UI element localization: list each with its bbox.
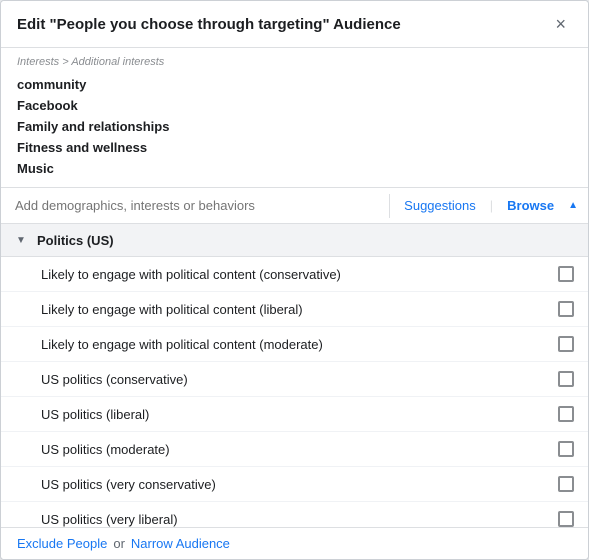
interest-item: Family and relationships [17, 116, 572, 137]
option-checkbox[interactable] [558, 476, 574, 492]
option-checkbox[interactable] [558, 441, 574, 457]
list-item[interactable]: US politics (moderate) [1, 432, 588, 467]
option-checkbox[interactable] [558, 266, 574, 282]
category-header[interactable]: ▼ Politics (US) [1, 224, 588, 257]
option-label: Likely to engage with political content … [41, 302, 558, 317]
interests-list: Interests > Additional interests communi… [1, 48, 588, 188]
search-bar: Suggestions | Browse ▲ [1, 188, 588, 224]
narrow-audience-link[interactable]: Narrow Audience [131, 536, 230, 551]
option-checkbox[interactable] [558, 371, 574, 387]
modal-title: Edit "People you choose through targetin… [17, 16, 401, 33]
browse-chevron-icon: ▲ [568, 200, 578, 211]
option-checkbox[interactable] [558, 336, 574, 352]
interest-item: Facebook [17, 95, 572, 116]
exclude-people-link[interactable]: Exclude People [17, 536, 107, 551]
option-checkbox[interactable] [558, 301, 574, 317]
modal-header: Edit "People you choose through targetin… [1, 1, 588, 48]
option-label: US politics (conservative) [41, 372, 558, 387]
option-checkbox[interactable] [558, 406, 574, 422]
option-label: US politics (very liberal) [41, 512, 558, 527]
interest-item: Fitness and wellness [17, 137, 572, 158]
interest-item: Music [17, 158, 572, 179]
list-item[interactable]: US politics (liberal) [1, 397, 588, 432]
option-label: US politics (very conservative) [41, 477, 558, 492]
option-label: Likely to engage with political content … [41, 267, 558, 282]
interest-item: community [17, 74, 572, 95]
list-item[interactable]: Likely to engage with political content … [1, 257, 588, 292]
browse-section: ▼ Politics (US) Likely to engage with po… [1, 224, 588, 527]
browse-tab[interactable]: Browse [493, 188, 568, 223]
list-item[interactable]: US politics (conservative) [1, 362, 588, 397]
category-label: Politics (US) [37, 233, 114, 248]
list-item[interactable]: US politics (very liberal) [1, 502, 588, 527]
modal-footer: Exclude People or Narrow Audience [1, 527, 588, 559]
list-item[interactable]: Likely to engage with political content … [1, 327, 588, 362]
option-checkbox[interactable] [558, 511, 574, 527]
search-input[interactable] [1, 188, 389, 223]
option-label: US politics (moderate) [41, 442, 558, 457]
option-label: US politics (liberal) [41, 407, 558, 422]
chevron-down-icon: ▼ [13, 232, 29, 248]
or-separator: or [113, 536, 125, 551]
interests-header: Interests > Additional interests [17, 56, 572, 68]
suggestions-tab[interactable]: Suggestions [390, 188, 490, 223]
modal: Edit "People you choose through targetin… [0, 0, 589, 560]
close-button[interactable]: × [549, 13, 572, 35]
list-item[interactable]: US politics (very conservative) [1, 467, 588, 502]
list-item[interactable]: Likely to engage with political content … [1, 292, 588, 327]
option-label: Likely to engage with political content … [41, 337, 558, 352]
